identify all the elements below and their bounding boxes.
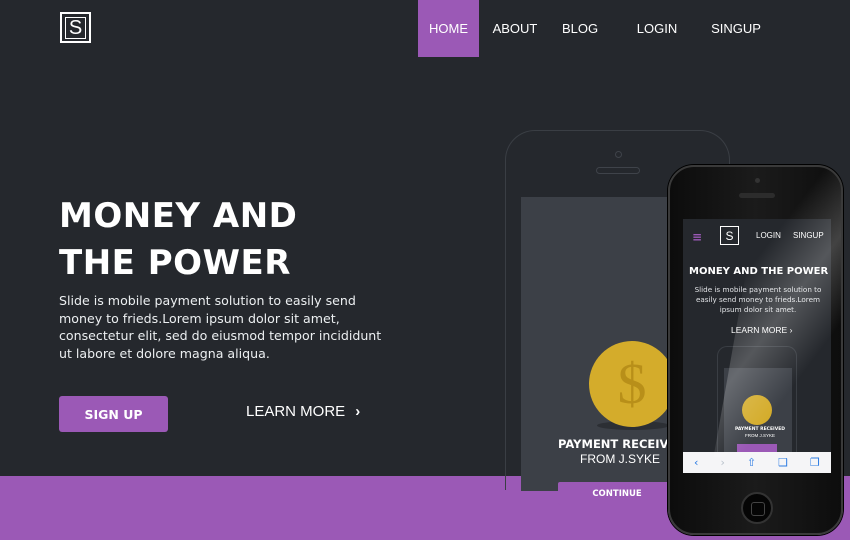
sign-up-button[interactable]: SIGN UP: [59, 396, 168, 432]
hero-description: Slide is mobile payment solution to easi…: [59, 293, 382, 361]
bookmarks-icon[interactable]: ❑: [778, 456, 788, 469]
iphone-mockup: ≡ S LOGIN SINGUP MONEY AND THE POWER Sli…: [668, 165, 843, 535]
mobile-nav-signup[interactable]: SINGUP: [793, 231, 824, 240]
mobile-payment-title: PAYMENT RECEIVED: [734, 427, 786, 432]
home-button: [741, 492, 773, 524]
mobile-phone-outline: PAYMENT RECEIVED FROM J.SYKE: [717, 346, 797, 468]
share-icon[interactable]: ⇧: [747, 456, 756, 469]
forward-icon[interactable]: ›: [720, 456, 724, 469]
main-nav: HOME ABOUT BLOG LOGIN SINGUP: [418, 0, 767, 57]
back-icon[interactable]: ‹: [694, 456, 698, 469]
chevron-right-icon: ›: [355, 403, 361, 420]
hamburger-menu-icon[interactable]: ≡: [692, 231, 702, 243]
front-camera-icon: [755, 178, 760, 183]
nav-home[interactable]: HOME: [418, 0, 479, 57]
mobile-hero-title: MONEY AND THE POWER: [689, 266, 829, 277]
hero-title: MONEY AND THE POWER: [59, 196, 298, 283]
nav-blog[interactable]: BLOG: [551, 0, 609, 57]
mobile-coin-icon: [742, 395, 772, 425]
speaker-grille: [596, 167, 640, 174]
nav-signup[interactable]: SINGUP: [705, 0, 767, 57]
payment-from: FROM J.SYKE: [580, 452, 661, 466]
dollar-sign: $: [617, 351, 647, 416]
camera-icon: [615, 151, 622, 158]
nav-login[interactable]: LOGIN: [609, 0, 705, 57]
mobile-learn-more-link[interactable]: LEARN MORE ›: [731, 325, 792, 335]
mobile-hero-text: Slide is mobile payment solution to easi…: [694, 285, 822, 315]
earpiece-speaker: [739, 193, 775, 198]
tabs-icon[interactable]: ❐: [810, 456, 820, 469]
mobile-payment-from: FROM J.SYKE: [744, 433, 775, 438]
logo-letter: S: [64, 16, 87, 39]
mobile-logo[interactable]: S: [720, 226, 739, 245]
mobile-nav-login[interactable]: LOGIN: [756, 231, 781, 240]
nav-about[interactable]: ABOUT: [479, 0, 551, 57]
learn-more-link[interactable]: LEARN MORE ›: [246, 403, 360, 420]
iphone-screen: ≡ S LOGIN SINGUP MONEY AND THE POWER Sli…: [683, 219, 831, 473]
site-logo[interactable]: S: [60, 12, 91, 43]
dollar-coin-icon: $: [589, 341, 675, 427]
continue-button[interactable]: CONTINUE: [558, 482, 676, 505]
safari-toolbar: ‹ › ⇧ ❑ ❐: [683, 452, 831, 473]
learn-more-label: LEARN MORE: [246, 403, 346, 420]
